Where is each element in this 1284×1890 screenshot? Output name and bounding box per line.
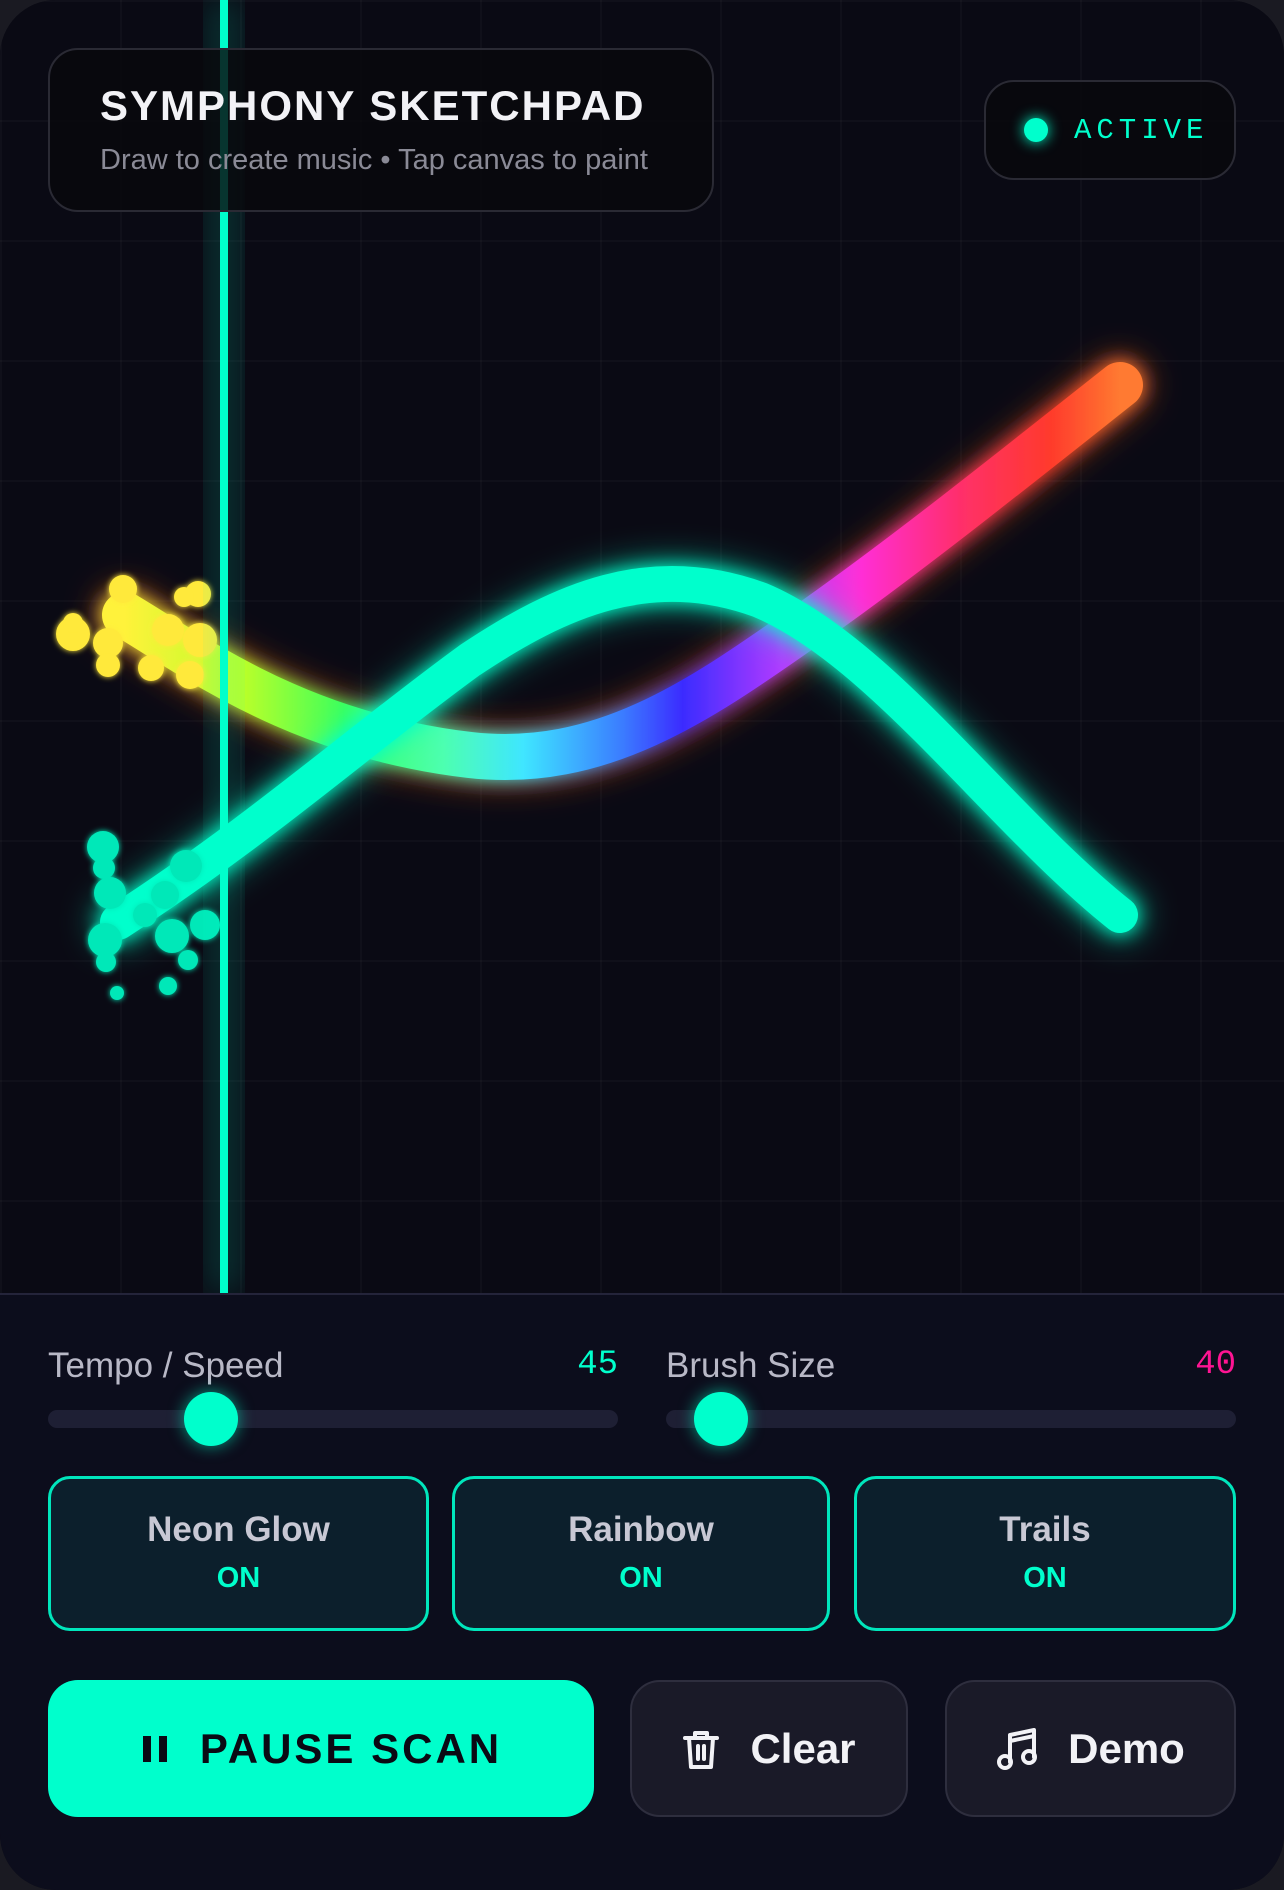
toggle-label: Neon Glow [147, 1510, 330, 1549]
app-frame: SYMPHONY SKETCHPAD Draw to create music … [0, 0, 1284, 1890]
brush-size-slider[interactable] [666, 1392, 1236, 1446]
toggle-neon-glow[interactable]: Neon Glow ON [48, 1476, 429, 1631]
drawing-canvas[interactable]: SYMPHONY SKETCHPAD Draw to create music … [0, 0, 1284, 1293]
toggle-label: Rainbow [568, 1510, 714, 1549]
brush-size-label: Brush Size [666, 1346, 836, 1385]
music-note-icon [996, 1727, 1038, 1771]
tempo-label: Tempo / Speed [48, 1346, 284, 1385]
app-title: SYMPHONY SKETCHPAD [100, 82, 646, 129]
brush-size-slider-thumb[interactable] [693, 1392, 748, 1446]
toggle-state: ON [1023, 1562, 1067, 1594]
pause-scan-label: PAUSE SCAN [199, 1724, 503, 1772]
tempo-slider[interactable] [48, 1392, 618, 1446]
toggle-state: ON [619, 1562, 663, 1594]
clear-button[interactable]: Clear [630, 1680, 908, 1817]
toggle-rainbow[interactable]: Rainbow ON [452, 1476, 830, 1631]
tempo-value: 45 [577, 1346, 618, 1384]
status-badge: ACTIVE [984, 80, 1236, 180]
pause-scan-button[interactable]: PAUSE SCAN [48, 1680, 594, 1817]
status-dot-icon [1024, 118, 1048, 142]
toggle-label: Trails [999, 1510, 1091, 1549]
demo-label: Demo [1068, 1724, 1185, 1772]
trash-icon [682, 1728, 720, 1770]
pause-icon [140, 1734, 170, 1764]
tempo-slider-thumb[interactable] [183, 1392, 238, 1446]
demo-button[interactable]: Demo [945, 1680, 1236, 1817]
toggle-trails[interactable]: Trails ON [854, 1476, 1236, 1631]
status-label: ACTIVE [1074, 113, 1209, 147]
app-subtitle: Draw to create music • Tap canvas to pai… [100, 144, 648, 176]
clear-label: Clear [750, 1724, 856, 1772]
title-card: SYMPHONY SKETCHPAD Draw to create music … [48, 48, 714, 212]
toggle-state: ON [216, 1562, 261, 1594]
brush-size-value: 40 [1195, 1346, 1236, 1384]
